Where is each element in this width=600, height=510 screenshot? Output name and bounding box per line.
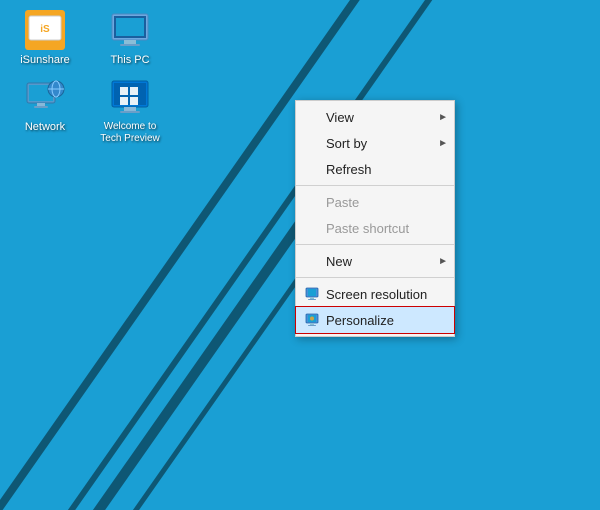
menu-item-refresh[interactable]: Refresh (296, 156, 454, 182)
network-label: Network (25, 121, 65, 134)
menu-item-paste-shortcut[interactable]: Paste shortcut (296, 215, 454, 241)
desktop-icon-thispc[interactable]: This PC (95, 10, 165, 67)
separator-3 (296, 277, 454, 278)
context-menu: View ► Sort by ► Refresh Paste Paste sho… (295, 100, 455, 337)
welcome-icon-img (110, 77, 150, 117)
paste-icon-placeholder (304, 193, 322, 211)
refresh-icon-placeholder (304, 160, 322, 178)
view-icon-placeholder (304, 108, 322, 126)
separator-1 (296, 185, 454, 186)
icon-row-1: iS iSunshare This PC (10, 10, 165, 67)
menu-item-personalize[interactable]: Personalize (296, 307, 454, 333)
menu-item-paste-shortcut-label: Paste shortcut (326, 221, 434, 236)
desktop-icon-network[interactable]: Network (10, 77, 80, 145)
menu-item-sortby[interactable]: Sort by ► (296, 130, 454, 156)
sortby-icon-placeholder (304, 134, 322, 152)
menu-item-screen-res-label: Screen resolution (326, 287, 434, 302)
menu-item-personalize-label: Personalize (326, 313, 434, 328)
welcome-label: Welcome to Tech Preview (100, 121, 159, 145)
network-icon-img (25, 77, 65, 117)
thispc-label: This PC (110, 54, 149, 67)
desktop-icon-welcome[interactable]: Welcome to Tech Preview (95, 77, 165, 145)
menu-item-screen-resolution[interactable]: Screen resolution (296, 281, 454, 307)
menu-item-sortby-label: Sort by (326, 136, 434, 151)
isunshare-icon-img: iS (25, 10, 65, 50)
menu-item-paste-label: Paste (326, 195, 434, 210)
sortby-arrow: ► (438, 138, 448, 149)
menu-item-view[interactable]: View ► (296, 104, 454, 130)
menu-item-new-label: New (326, 254, 434, 269)
isunshare-label: iSunshare (20, 54, 70, 67)
svg-text:iS: iS (40, 24, 50, 35)
desktop-icons: iS iSunshare This PC (10, 10, 165, 145)
desktop-icon-isunshare[interactable]: iS iSunshare (10, 10, 80, 67)
separator-2 (296, 244, 454, 245)
view-arrow: ► (438, 112, 448, 123)
menu-item-new[interactable]: New ► (296, 248, 454, 274)
new-arrow: ► (438, 256, 448, 267)
personalize-icon (304, 311, 322, 329)
icon-row-2: Network Welcom (10, 77, 165, 145)
paste-shortcut-icon-placeholder (304, 219, 322, 237)
menu-item-view-label: View (326, 110, 434, 125)
menu-item-refresh-label: Refresh (326, 162, 434, 177)
thispc-icon-img (110, 10, 150, 50)
screen-resolution-icon (304, 285, 322, 303)
new-icon-placeholder (304, 252, 322, 270)
desktop: iS iSunshare This PC (0, 0, 600, 510)
menu-item-paste[interactable]: Paste (296, 189, 454, 215)
